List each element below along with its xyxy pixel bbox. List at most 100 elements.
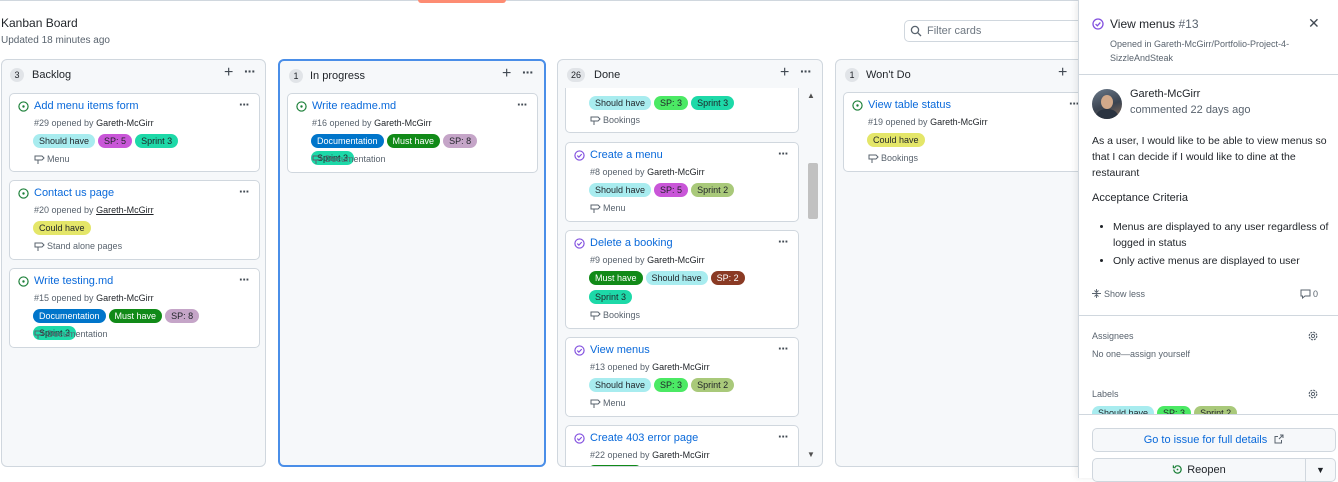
label[interactable]: SP: 5 [98, 134, 133, 148]
column-menu-icon[interactable]: ··· [800, 63, 812, 79]
card-author[interactable]: Gareth-McGirr [647, 255, 705, 265]
card-milestone[interactable]: Bookings [590, 310, 640, 320]
card-author[interactable]: Gareth-McGirr [96, 293, 154, 303]
card-title[interactable]: Write testing.md [34, 275, 113, 287]
label[interactable]: SP: 2 [710, 271, 745, 285]
card-menu-icon[interactable]: ··· [239, 272, 250, 287]
card-milestone[interactable]: Menu [590, 398, 626, 408]
card-title[interactable]: Create a menu [590, 149, 663, 161]
filter-box[interactable] [904, 20, 1084, 42]
label[interactable]: Must have [589, 271, 643, 285]
label[interactable]: Sprint 3 [135, 134, 179, 148]
card-milestone[interactable]: Stand alone pages [34, 241, 122, 251]
add-card-icon[interactable]: + [224, 64, 233, 82]
label[interactable]: Documentation [33, 309, 106, 323]
card-menu-icon[interactable]: ··· [778, 234, 789, 249]
filter-input[interactable] [927, 22, 1077, 40]
label[interactable]: SP: 5 [654, 183, 689, 197]
label[interactable]: Must have [108, 309, 163, 323]
card-milestone[interactable]: Bookings [590, 115, 640, 125]
card-menu-icon[interactable]: ··· [778, 146, 789, 161]
card-menu-icon[interactable]: ··· [517, 97, 528, 112]
card-menu-icon[interactable]: ··· [778, 429, 789, 444]
card-milestone[interactable]: Bookings [868, 153, 918, 163]
card-author[interactable]: Gareth-McGirr [96, 205, 154, 215]
divider [1079, 74, 1338, 75]
card-menu-icon[interactable]: ··· [239, 184, 250, 199]
card[interactable]: Write readme.md ··· #16 opened by Gareth… [287, 93, 538, 173]
card-milestone[interactable]: Menu [590, 203, 626, 213]
board-updated: Updated 18 minutes ago [1, 35, 110, 46]
label[interactable]: SP: 3 [654, 378, 689, 392]
card-title[interactable]: View table status [868, 99, 951, 111]
card[interactable]: Create a menu ··· #8 opened by Gareth-Mc… [565, 142, 799, 222]
gear-icon[interactable] [1307, 330, 1319, 345]
card-menu-icon[interactable]: ··· [239, 97, 250, 112]
card-milestone[interactable]: Documentation [312, 154, 386, 164]
card-author[interactable]: Gareth-McGirr [652, 362, 710, 372]
gear-icon[interactable] [1307, 388, 1319, 403]
card[interactable]: Delete a booking ··· #9 opened by Gareth… [565, 230, 799, 329]
done-scrollbar-thumb[interactable] [808, 163, 818, 219]
comments-count[interactable]: 0 [1300, 289, 1318, 300]
label[interactable] [589, 465, 641, 466]
column-menu-icon[interactable]: ··· [244, 63, 256, 79]
assignees-value[interactable]: No one—assign yourself [1092, 349, 1190, 359]
card-author[interactable]: Gareth-McGirr [96, 118, 154, 128]
label[interactable]: Sprint 2 [691, 378, 735, 392]
label[interactable]: Sprint 3 [691, 96, 735, 110]
card-title[interactable]: Delete a booking [590, 237, 673, 249]
card[interactable]: Create 403 error page ··· #22 opened by … [565, 425, 799, 466]
card[interactable]: Should have SP: 3 Sprint 3 Bookings [565, 88, 799, 133]
label[interactable]: SP: 8 [165, 309, 200, 323]
reopen-button[interactable]: Reopen [1092, 458, 1306, 482]
label[interactable]: Should have [589, 378, 652, 392]
show-less-link[interactable]: Show less [1092, 289, 1145, 299]
scroll-up-arrow[interactable]: ▲ [807, 91, 815, 100]
label[interactable]: SP: 3 [1157, 406, 1192, 414]
card[interactable]: Contact us page ··· #20 opened by Gareth… [9, 180, 260, 260]
card-title[interactable]: View menus [590, 344, 650, 356]
card-title[interactable]: Add menu items form [34, 100, 139, 112]
card-author[interactable]: Gareth-McGirr [374, 118, 432, 128]
scroll-down-arrow[interactable]: ▼ [807, 450, 815, 459]
card-author[interactable]: Gareth-McGirr [647, 167, 705, 177]
label[interactable]: Should have [645, 271, 708, 285]
label[interactable]: Documentation [311, 134, 384, 148]
done-card-list[interactable]: Should have SP: 3 Sprint 3 Bookings Crea… [558, 88, 822, 466]
opened-in-text[interactable]: Opened in Gareth-McGirr/Portfolio-Projec… [1110, 37, 1320, 65]
label[interactable]: Must have [386, 134, 441, 148]
label[interactable]: Could have [33, 221, 91, 235]
column-menu-icon[interactable]: ··· [522, 64, 534, 80]
label[interactable]: Should have [33, 134, 96, 148]
label[interactable]: SP: 3 [654, 96, 689, 110]
card-milestone[interactable]: Menu [34, 154, 70, 164]
label[interactable]: Should have [589, 183, 652, 197]
label[interactable]: Should have [1092, 406, 1155, 414]
comment-author[interactable]: Gareth-McGirr [1130, 88, 1200, 100]
label[interactable]: Could have [867, 133, 925, 147]
add-card-icon[interactable]: + [1058, 64, 1067, 82]
card-author[interactable]: Gareth-McGirr [652, 450, 710, 460]
close-icon[interactable]: ✕ [1308, 15, 1320, 32]
card-author[interactable]: Gareth-McGirr [930, 117, 988, 127]
card[interactable]: View menus ··· #13 opened by Gareth-McGi… [565, 337, 799, 417]
card-milestone[interactable]: Documentation [34, 329, 108, 339]
card-title[interactable]: Contact us page [34, 187, 114, 199]
label[interactable]: Sprint 3 [589, 290, 633, 304]
card-title[interactable]: Create 403 error page [590, 432, 698, 444]
card-menu-icon[interactable]: ··· [778, 341, 789, 356]
reopen-dropdown-button[interactable]: ▼ [1305, 458, 1336, 482]
label[interactable]: Sprint 2 [691, 183, 735, 197]
label[interactable]: SP: 8 [443, 134, 478, 148]
add-card-icon[interactable]: + [780, 64, 789, 82]
card-title[interactable]: Write readme.md [312, 100, 396, 112]
avatar[interactable] [1092, 89, 1122, 119]
card[interactable]: View table status ··· #19 opened by Gare… [843, 92, 1094, 172]
label[interactable]: Sprint 2 [1194, 406, 1238, 414]
add-card-icon[interactable]: + [502, 65, 511, 83]
label[interactable]: Should have [589, 96, 652, 110]
go-to-issue-button[interactable]: Go to issue for full details [1092, 428, 1336, 452]
card[interactable]: Write testing.md ··· #15 opened by Garet… [9, 268, 260, 348]
card[interactable]: Add menu items form ··· #29 opened by Ga… [9, 93, 260, 172]
